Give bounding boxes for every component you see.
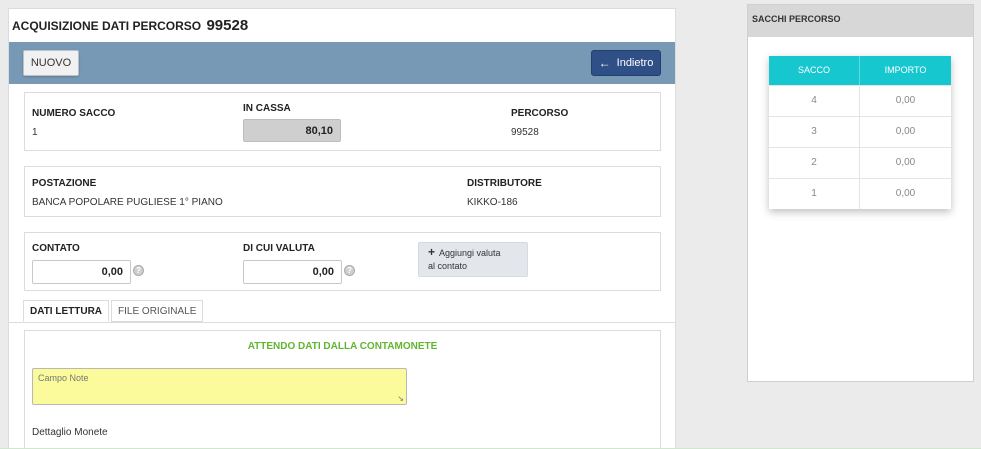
location-box: POSTAZIONE BANCA POPOLARE PUGLIESE 1° PI… (24, 166, 661, 217)
plus-icon: + (428, 245, 436, 259)
table-cell-sacco: 3 (769, 117, 860, 147)
in-cassa-label: IN CASSA (243, 103, 291, 114)
toolbar: NUOVO ← Indietro (9, 42, 675, 84)
table-cell-importo: 0,00 (895, 157, 916, 168)
distributore-label: DISTRIBUTORE (467, 178, 542, 189)
sacchi-table: SACCO IMPORTO 4 0,00 3 0,00 2 0,00 1 0,0… (769, 56, 951, 209)
contato-input[interactable]: 0,00 (32, 260, 131, 284)
percorso-value: 99528 (511, 127, 539, 138)
table-header: SACCO IMPORTO (769, 56, 951, 85)
in-cassa-field: 80,10 (243, 119, 341, 142)
postazione-label: POSTAZIONE (32, 178, 97, 189)
main-panel: ACQUISIZIONE DATI PERCORSO 99528 NUOVO ←… (8, 8, 676, 449)
column-header-sacco[interactable]: SACCO (769, 56, 860, 85)
dettaglio-monete-label: Dettaglio Monete (32, 427, 108, 438)
add-currency-line1: Aggiungi valuta (439, 248, 501, 258)
question-icon[interactable]: ? (344, 265, 355, 276)
table-row[interactable]: 4 0,00 (769, 85, 951, 116)
tab-dati-lettura[interactable]: DATI LETTURA (23, 300, 110, 322)
postazione-value: BANCA POPOLARE PUGLIESE 1° PIANO (32, 197, 223, 208)
sacchi-panel: SACCHI PERCORSO SACCO IMPORTO 4 0,00 3 0… (747, 4, 974, 382)
table-cell-sacco: 4 (769, 86, 860, 116)
tab-file-originale[interactable]: FILE ORIGINALE (111, 300, 204, 322)
table-row[interactable]: 3 0,00 (769, 116, 951, 147)
waiting-message: ATTENDO DATI DALLA CONTAMONETE (247, 341, 438, 352)
page-title-text: ACQUISIZIONE DATI PERCORSO (12, 19, 202, 33)
table-cell-importo: 0,00 (895, 95, 916, 106)
cash-box: CONTATO 0,00 ? DI CUI VALUTA 0,00 ? + Agg… (24, 232, 661, 291)
table-cell-importo: 0,00 (895, 188, 916, 199)
valuta-label: DI CUI VALUTA (243, 243, 315, 254)
add-currency-line2: al contato (428, 261, 468, 271)
tab-bar: DATI LETTURA FILE ORIGINALE (23, 300, 205, 322)
valuta-input[interactable]: 0,00 (243, 260, 342, 284)
resize-grip-icon[interactable]: ↘ (397, 394, 404, 403)
table-cell-importo: 0,00 (895, 126, 916, 137)
column-header-importo[interactable]: IMPORTO (860, 56, 951, 85)
numero-sacco-value: 1 (32, 127, 38, 138)
add-currency-button[interactable]: + Aggiungi valuta al contato (418, 242, 528, 277)
info-box: NUMERO SACCO 1 IN CASSA 80,10 PERCORSO 9… (24, 92, 661, 151)
back-button[interactable]: ← Indietro (591, 50, 661, 76)
page-title: ACQUISIZIONE DATI PERCORSO 99528 (12, 17, 248, 34)
arrow-left-icon: ← (598, 56, 611, 70)
table-cell-sacco: 1 (769, 179, 860, 209)
contato-label: CONTATO (32, 243, 80, 254)
sacchi-panel-title: SACCHI PERCORSO (748, 5, 973, 37)
notes-textarea[interactable]: Campo Note ↘ (32, 368, 407, 405)
tab-divider (9, 322, 675, 323)
page-title-number: 99528 (206, 17, 249, 34)
table-row[interactable]: 2 0,00 (769, 147, 951, 178)
numero-sacco-label: NUMERO SACCO (32, 108, 116, 119)
notes-placeholder: Campo Note (38, 373, 89, 383)
new-button[interactable]: NUOVO (23, 50, 79, 76)
percorso-label: PERCORSO (511, 108, 569, 119)
question-icon[interactable]: ? (133, 265, 144, 276)
content-box: ATTENDO DATI DALLA CONTAMONETE Campo Not… (24, 330, 661, 449)
distributore-value: KIKKO-186 (467, 197, 518, 208)
table-cell-sacco: 2 (769, 148, 860, 178)
back-button-label: Indietro (616, 57, 654, 69)
table-row[interactable]: 1 0,00 (769, 178, 951, 209)
